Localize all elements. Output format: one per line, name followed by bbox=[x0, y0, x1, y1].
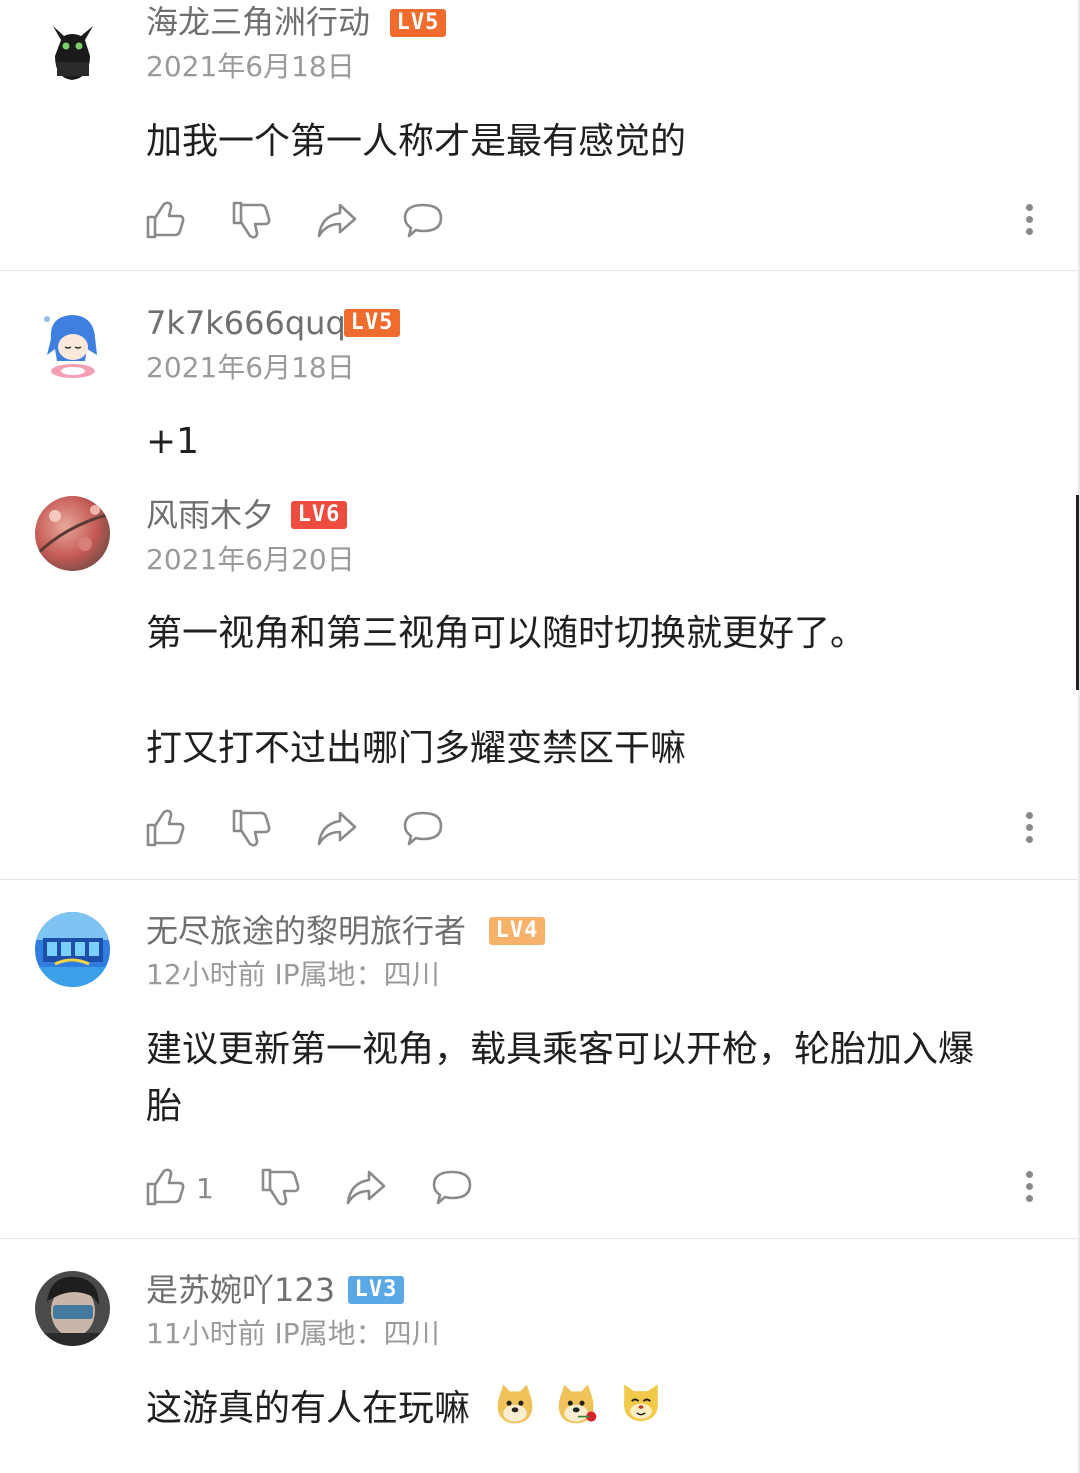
avatar[interactable] bbox=[35, 305, 110, 380]
share-icon[interactable] bbox=[316, 807, 358, 849]
comment-date: 11小时前 IP属地：四川 bbox=[146, 1317, 440, 1350]
share-icon[interactable] bbox=[345, 1166, 387, 1208]
thumbs-down-icon[interactable] bbox=[230, 199, 272, 241]
username[interactable]: 无尽旅途的黎明旅行者 bbox=[146, 911, 466, 951]
like-count: 1 bbox=[196, 1172, 214, 1205]
comment-date: 2021年6月20日 bbox=[146, 543, 355, 576]
more-vertical-icon[interactable] bbox=[1018, 204, 1040, 240]
reply-bubble-icon[interactable] bbox=[402, 807, 444, 849]
comment-text: +1 bbox=[146, 421, 200, 462]
comment-feed: 海龙三角洲行动 LV5 2021年6月18日 加我一个第一人称才是最有感觉的 7… bbox=[0, 0, 1080, 1473]
doge-rose-emoji bbox=[556, 1383, 606, 1433]
comment-date: 2021年6月18日 bbox=[146, 50, 355, 83]
comment-text: 建议更新第一视角，载具乘客可以开枪，轮胎加入爆 bbox=[146, 1029, 975, 1070]
divider bbox=[0, 1238, 1080, 1239]
comment-date: 12小时前 IP属地：四川 bbox=[146, 958, 440, 991]
divider bbox=[0, 879, 1080, 880]
username[interactable]: 7k7k666quq bbox=[146, 303, 346, 343]
more-vertical-icon[interactable] bbox=[1018, 812, 1040, 848]
more-vertical-icon[interactable] bbox=[1018, 1171, 1040, 1207]
comment-text: 第一视角和第三视角可以随时切换就更好了。 bbox=[146, 613, 867, 654]
thumbs-up-icon[interactable] bbox=[144, 807, 186, 849]
level-badge: LV3 bbox=[348, 1276, 404, 1304]
thumbs-down-icon[interactable] bbox=[230, 807, 272, 849]
avatar[interactable] bbox=[35, 6, 110, 81]
thumbs-down-icon[interactable] bbox=[259, 1166, 301, 1208]
username[interactable]: 海龙三角洲行动 bbox=[146, 2, 370, 42]
comment-text: 胎 bbox=[146, 1086, 183, 1127]
level-badge: LV5 bbox=[344, 309, 400, 337]
username[interactable]: 是苏婉吖123 bbox=[146, 1270, 335, 1310]
level-badge: LV6 bbox=[291, 501, 347, 529]
level-badge: LV4 bbox=[489, 917, 545, 945]
thumbs-up-icon[interactable] bbox=[144, 199, 186, 241]
comment-date: 2021年6月18日 bbox=[146, 351, 355, 384]
reply-bubble-icon[interactable] bbox=[402, 199, 444, 241]
reply-bubble-icon[interactable] bbox=[431, 1166, 473, 1208]
level-badge: LV5 bbox=[390, 9, 446, 37]
divider bbox=[0, 270, 1080, 271]
comment-text: 这游真的有人在玩嘛 bbox=[146, 1388, 471, 1429]
scrollbar[interactable] bbox=[1076, 495, 1079, 690]
thumbs-up-icon[interactable] bbox=[144, 1166, 186, 1208]
avatar[interactable] bbox=[35, 912, 110, 987]
cat-doge-emoji bbox=[620, 1381, 668, 1431]
username[interactable]: 风雨木夕 bbox=[146, 495, 274, 535]
avatar[interactable] bbox=[35, 496, 110, 571]
avatar[interactable] bbox=[35, 1271, 110, 1346]
comment-text: 打又打不过出哪门多耀变禁区干嘛 bbox=[146, 728, 687, 769]
share-icon[interactable] bbox=[316, 199, 358, 241]
comment-text: 加我一个第一人称才是最有感觉的 bbox=[146, 121, 687, 162]
doge-emoji bbox=[494, 1383, 542, 1433]
